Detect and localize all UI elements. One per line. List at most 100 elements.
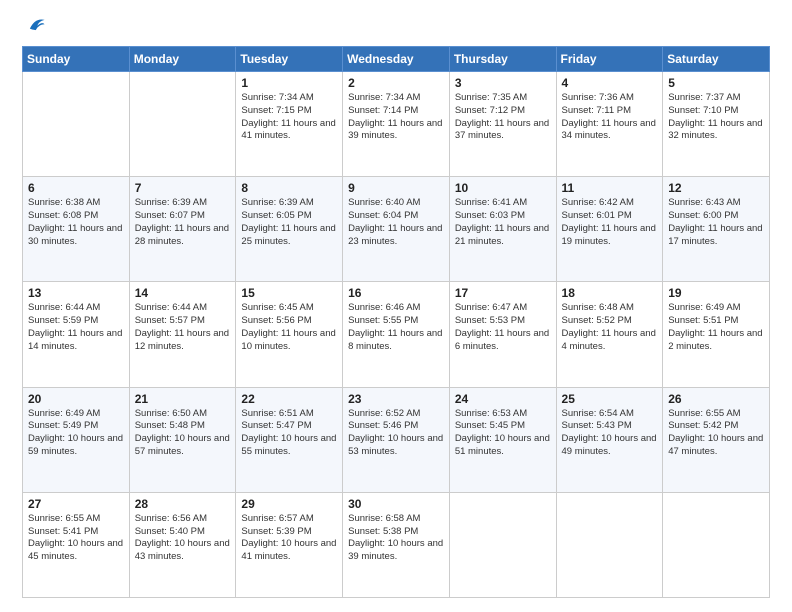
day-number: 2 [348,76,444,90]
day-number: 29 [241,497,337,511]
calendar-cell [129,72,236,177]
cell-content: Sunrise: 6:51 AM Sunset: 5:47 PM Dayligh… [241,408,337,459]
cell-content: Sunrise: 6:43 AM Sunset: 6:00 PM Dayligh… [668,197,764,248]
day-number: 24 [455,392,551,406]
cell-content: Sunrise: 6:56 AM Sunset: 5:40 PM Dayligh… [135,513,231,564]
calendar-week-3: 13Sunrise: 6:44 AM Sunset: 5:59 PM Dayli… [23,282,770,387]
calendar-cell: 1 Sunrise: 7:34 AM Sunset: 7:15 PM Daylig… [236,72,343,177]
calendar-cell: 3 Sunrise: 7:35 AM Sunset: 7:12 PM Daylig… [449,72,556,177]
cell-content: Sunrise: 7:36 AM Sunset: 7:11 PM Dayligh… [562,92,658,143]
cell-content: Sunrise: 6:50 AM Sunset: 5:48 PM Dayligh… [135,408,231,459]
calendar-week-1: 1 Sunrise: 7:34 AM Sunset: 7:15 PM Daylig… [23,72,770,177]
header [22,18,770,36]
cell-content: Sunrise: 6:58 AM Sunset: 5:38 PM Dayligh… [348,513,444,564]
day-number: 25 [562,392,658,406]
calendar-cell: 13Sunrise: 6:44 AM Sunset: 5:59 PM Dayli… [23,282,130,387]
cell-content: Sunrise: 7:37 AM Sunset: 7:10 PM Dayligh… [668,92,764,143]
calendar-cell: 30 Sunrise: 6:58 AM Sunset: 5:38 PM Dayli… [343,492,450,597]
cell-content: Sunrise: 7:34 AM Sunset: 7:14 PM Dayligh… [348,92,444,143]
day-number: 23 [348,392,444,406]
calendar-cell: 21Sunrise: 6:50 AM Sunset: 5:48 PM Dayli… [129,387,236,492]
calendar-cell: 26 Sunrise: 6:55 AM Sunset: 5:42 PM Dayli… [663,387,770,492]
weekday-header-sunday: Sunday [23,47,130,72]
calendar-cell: 19 Sunrise: 6:49 AM Sunset: 5:51 PM Dayli… [663,282,770,387]
day-number: 5 [668,76,764,90]
logo-bird-icon [24,14,46,36]
day-number: 9 [348,181,444,195]
calendar-cell: 4 Sunrise: 7:36 AM Sunset: 7:11 PM Daylig… [556,72,663,177]
calendar-cell: 15 Sunrise: 6:45 AM Sunset: 5:56 PM Dayli… [236,282,343,387]
weekday-header-thursday: Thursday [449,47,556,72]
day-number: 1 [241,76,337,90]
calendar-cell: 5 Sunrise: 7:37 AM Sunset: 7:10 PM Daylig… [663,72,770,177]
calendar-cell: 25Sunrise: 6:54 AM Sunset: 5:43 PM Dayli… [556,387,663,492]
cell-content: Sunrise: 6:39 AM Sunset: 6:05 PM Dayligh… [241,197,337,248]
calendar-cell: 6 Sunrise: 6:38 AM Sunset: 6:08 PM Daylig… [23,177,130,282]
weekday-header-saturday: Saturday [663,47,770,72]
day-number: 18 [562,286,658,300]
cell-content: Sunrise: 6:48 AM Sunset: 5:52 PM Dayligh… [562,302,658,353]
day-number: 22 [241,392,337,406]
day-number: 4 [562,76,658,90]
day-number: 28 [135,497,231,511]
logo [22,18,46,36]
calendar-cell: 18 Sunrise: 6:48 AM Sunset: 5:52 PM Dayli… [556,282,663,387]
cell-content: Sunrise: 6:49 AM Sunset: 5:51 PM Dayligh… [668,302,764,353]
calendar-cell [449,492,556,597]
calendar-cell: 8 Sunrise: 6:39 AM Sunset: 6:05 PM Daylig… [236,177,343,282]
calendar-table: SundayMondayTuesdayWednesdayThursdayFrid… [22,46,770,598]
cell-content: Sunrise: 6:42 AM Sunset: 6:01 PM Dayligh… [562,197,658,248]
calendar-cell: 7Sunrise: 6:39 AM Sunset: 6:07 PM Daylig… [129,177,236,282]
weekday-header-wednesday: Wednesday [343,47,450,72]
calendar-cell: 16Sunrise: 6:46 AM Sunset: 5:55 PM Dayli… [343,282,450,387]
calendar-cell [663,492,770,597]
calendar-cell: 12 Sunrise: 6:43 AM Sunset: 6:00 PM Dayli… [663,177,770,282]
day-number: 17 [455,286,551,300]
calendar-cell: 24 Sunrise: 6:53 AM Sunset: 5:45 PM Dayli… [449,387,556,492]
weekday-header-monday: Monday [129,47,236,72]
calendar-cell: 10 Sunrise: 6:41 AM Sunset: 6:03 PM Dayli… [449,177,556,282]
day-number: 30 [348,497,444,511]
day-number: 26 [668,392,764,406]
day-number: 19 [668,286,764,300]
day-number: 14 [135,286,231,300]
calendar-cell: 23Sunrise: 6:52 AM Sunset: 5:46 PM Dayli… [343,387,450,492]
cell-content: Sunrise: 7:35 AM Sunset: 7:12 PM Dayligh… [455,92,551,143]
calendar-cell: 22 Sunrise: 6:51 AM Sunset: 5:47 PM Dayli… [236,387,343,492]
day-number: 27 [28,497,124,511]
calendar-cell [23,72,130,177]
day-number: 6 [28,181,124,195]
day-number: 3 [455,76,551,90]
cell-content: Sunrise: 6:47 AM Sunset: 5:53 PM Dayligh… [455,302,551,353]
cell-content: Sunrise: 6:53 AM Sunset: 5:45 PM Dayligh… [455,408,551,459]
cell-content: Sunrise: 6:41 AM Sunset: 6:03 PM Dayligh… [455,197,551,248]
day-number: 15 [241,286,337,300]
day-number: 11 [562,181,658,195]
calendar-cell: 11 Sunrise: 6:42 AM Sunset: 6:01 PM Dayli… [556,177,663,282]
calendar-week-4: 20Sunrise: 6:49 AM Sunset: 5:49 PM Dayli… [23,387,770,492]
cell-content: Sunrise: 6:55 AM Sunset: 5:41 PM Dayligh… [28,513,124,564]
day-number: 8 [241,181,337,195]
weekday-header-tuesday: Tuesday [236,47,343,72]
day-number: 13 [28,286,124,300]
day-number: 20 [28,392,124,406]
day-number: 12 [668,181,764,195]
cell-content: Sunrise: 6:45 AM Sunset: 5:56 PM Dayligh… [241,302,337,353]
weekday-header-friday: Friday [556,47,663,72]
weekday-header-row: SundayMondayTuesdayWednesdayThursdayFrid… [23,47,770,72]
calendar-cell: 14Sunrise: 6:44 AM Sunset: 5:57 PM Dayli… [129,282,236,387]
calendar-cell: 28 Sunrise: 6:56 AM Sunset: 5:40 PM Dayli… [129,492,236,597]
calendar-cell: 17 Sunrise: 6:47 AM Sunset: 5:53 PM Dayli… [449,282,556,387]
calendar-cell: 9Sunrise: 6:40 AM Sunset: 6:04 PM Daylig… [343,177,450,282]
calendar-cell: 2 Sunrise: 7:34 AM Sunset: 7:14 PM Daylig… [343,72,450,177]
cell-content: Sunrise: 6:55 AM Sunset: 5:42 PM Dayligh… [668,408,764,459]
cell-content: Sunrise: 6:38 AM Sunset: 6:08 PM Dayligh… [28,197,124,248]
calendar-cell: 27 Sunrise: 6:55 AM Sunset: 5:41 PM Dayli… [23,492,130,597]
cell-content: Sunrise: 7:34 AM Sunset: 7:15 PM Dayligh… [241,92,337,143]
cell-content: Sunrise: 6:39 AM Sunset: 6:07 PM Dayligh… [135,197,231,248]
cell-content: Sunrise: 6:57 AM Sunset: 5:39 PM Dayligh… [241,513,337,564]
day-number: 10 [455,181,551,195]
calendar-week-5: 27 Sunrise: 6:55 AM Sunset: 5:41 PM Dayli… [23,492,770,597]
calendar-cell: 29 Sunrise: 6:57 AM Sunset: 5:39 PM Dayli… [236,492,343,597]
calendar-cell [556,492,663,597]
